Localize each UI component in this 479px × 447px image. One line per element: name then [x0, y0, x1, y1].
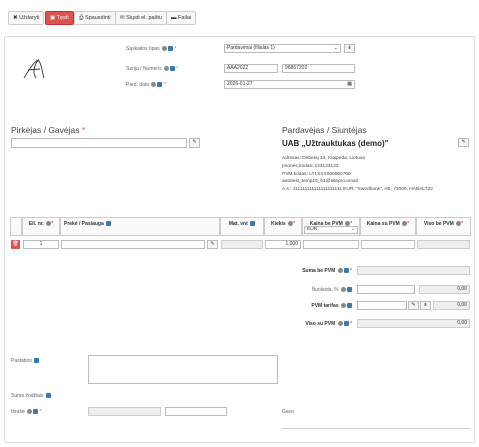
seller-company-code: Įmonės kodas: 123123123	[282, 164, 339, 169]
table-header-blank	[10, 217, 22, 236]
buyer-title: Pirkėjas / Gavėjas *	[11, 125, 86, 135]
col-unit-header: Mat. vnt	[220, 217, 264, 236]
email-label: Siųsti el. paštu	[126, 15, 162, 21]
total-vat-label: Viso su PVM *	[305, 321, 352, 327]
col-no-header: Eil. nr. *	[22, 217, 60, 236]
discount-value-field[interactable]: 0,00	[419, 285, 470, 294]
folder-icon: ▬	[171, 15, 177, 21]
help-icon[interactable]	[163, 66, 169, 72]
row-no-value: 1	[39, 241, 43, 247]
issued-by-label: Išrašė *	[11, 409, 42, 415]
seller-title: Pardavėjas / Siuntėjas	[282, 125, 367, 135]
row-total-ex-vat-input[interactable]	[417, 240, 470, 249]
seller-address: Adresas: Debesų 13, Klaipėda, Lietuva	[282, 156, 365, 161]
email-button[interactable]: ✉ Siųsti el. paštu	[115, 11, 167, 25]
currency-value: EUR	[307, 227, 318, 232]
col-price-vat-header: Kaina su PVM *	[360, 217, 416, 236]
sale-date-value: 2026-01-27	[227, 81, 253, 87]
continue-button[interactable]: ▣ Tęsti	[45, 11, 74, 25]
close-button[interactable]: ✖ Uždaryti	[8, 11, 45, 25]
company-logo	[20, 58, 48, 82]
seller-name: UAB „Užtrauktukas (demo)"	[282, 139, 389, 148]
files-button[interactable]: ▬ Failai	[166, 11, 197, 25]
invoice-type-select[interactable]: Pardavimai (filialas 1) ⌄	[224, 44, 341, 53]
seller-bank-account: A.s.: 111111111111111111111 EUR; "Swedba…	[282, 187, 433, 192]
vat-rate-value-field[interactable]: 0,00	[433, 301, 470, 310]
total-vat-value: 0,00	[457, 320, 467, 326]
row-qty-input[interactable]: 1,000	[265, 240, 301, 249]
vat-rate-input[interactable]	[357, 301, 407, 310]
vat-rate-pin-button[interactable]: ⇟	[420, 301, 431, 310]
checkbox-icon[interactable]	[157, 82, 163, 88]
row-unit-input[interactable]	[221, 240, 263, 249]
seller-vat-code: PVM kodas: LT1XXX000960700	[282, 172, 351, 177]
print-button[interactable]: ⎙ Spausdinti	[74, 11, 116, 25]
total-vat-input[interactable]: 0,00	[357, 319, 470, 328]
chevron-down-icon: ⌄	[350, 227, 355, 232]
col-qty-header: Kiekis *	[264, 217, 302, 236]
received-by-line	[282, 428, 470, 429]
invoice-type-value: Pardavimai (filialas 1)	[227, 45, 275, 51]
number-value: 96867202	[285, 65, 308, 71]
number-input[interactable]: 96867202	[282, 64, 355, 73]
continue-label: Tęsti	[56, 15, 69, 21]
col-product-header: Prekė / Paslauga	[60, 217, 220, 236]
row-no-input[interactable]: 1	[23, 240, 59, 249]
product-edit-button[interactable]: ✎	[207, 240, 218, 249]
discount-value: 0,00	[457, 286, 467, 292]
print-label: Spausdinti	[84, 15, 111, 21]
row-delete-button[interactable]: 🗑	[11, 240, 20, 249]
notes-textarea[interactable]	[88, 355, 278, 384]
vat-rate-label: PVM tarifas	[290, 303, 352, 309]
sale-date-input[interactable]: 2026-01-27 ▦	[224, 80, 355, 89]
buyer-select[interactable]	[11, 138, 187, 148]
issued-by-second-input[interactable]	[165, 407, 227, 416]
checkbox-icon[interactable]	[168, 46, 174, 52]
invoice-type-label: Sąskaitos tipas *	[126, 46, 177, 52]
print-icon: ⎙	[79, 15, 84, 21]
series-number-label: Serija / Numeris *	[126, 66, 179, 72]
received-by-label: Gavo	[282, 409, 294, 415]
amount-words-label: Suma žodžiais	[11, 393, 51, 399]
vat-rate-edit-button[interactable]: ✎	[408, 301, 419, 310]
row-price-ex-vat-input[interactable]	[303, 240, 359, 249]
help-icon[interactable]	[151, 82, 157, 88]
checkbox-icon[interactable]	[169, 66, 175, 72]
sum-ex-vat-label: Suma be PVM *	[302, 268, 352, 274]
issued-by-input[interactable]	[88, 407, 161, 416]
notes-label: Pastabos	[11, 358, 40, 364]
pin-button[interactable]: ⇟	[344, 44, 355, 53]
series-value: AAA2022	[227, 65, 249, 71]
sale-date-label: Pard. data *	[126, 82, 166, 88]
vat-rate-value: 0,00	[457, 302, 467, 308]
close-label: Uždaryti	[19, 15, 40, 21]
row-qty-value: 1,000	[285, 241, 298, 247]
seller-email: autotest_temp15_b1@sitepro.email	[282, 179, 358, 184]
buyer-edit-button[interactable]: ✎	[189, 138, 200, 148]
col-total-ex-vat-header: Viso be PVM *	[416, 217, 471, 236]
chevron-down-icon: ⌄	[333, 45, 338, 51]
series-input[interactable]: AAA2022	[224, 64, 278, 73]
files-label: Failai	[178, 15, 192, 21]
help-icon[interactable]	[162, 46, 168, 52]
discount-label: Nuolaida, %	[290, 287, 352, 293]
calendar-icon[interactable]: ▦	[347, 81, 352, 88]
row-price-vat-input[interactable]	[361, 240, 415, 249]
row-product-input[interactable]	[61, 240, 205, 249]
currency-select[interactable]: EUR ⌄	[304, 226, 358, 234]
discount-input[interactable]	[357, 285, 415, 294]
sum-ex-vat-input[interactable]	[357, 266, 470, 275]
envelope-icon: ✉	[120, 15, 125, 21]
seller-edit-button[interactable]: ✎	[458, 138, 469, 147]
